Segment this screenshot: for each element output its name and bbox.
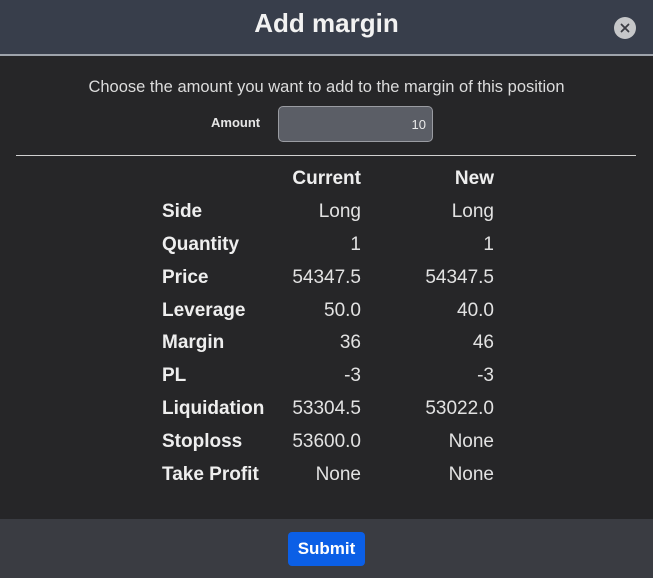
table-row: Margin 36 46 xyxy=(158,327,494,360)
dialog-title: Add margin xyxy=(254,8,399,38)
row-current-value: 36 xyxy=(339,332,361,354)
row-label: Price xyxy=(162,266,209,288)
header-current: Current xyxy=(292,168,361,190)
row-label: Liquidation xyxy=(162,397,265,419)
table-row: Price 54347.5 54347.5 xyxy=(158,261,494,294)
row-current-value: -3 xyxy=(344,365,361,387)
row-new-value: Long xyxy=(451,201,494,223)
row-label: Quantity xyxy=(162,233,240,255)
row-current-value: 53600.0 xyxy=(292,430,361,452)
row-label: Leverage xyxy=(162,299,246,321)
row-new-value: 54347.5 xyxy=(425,266,494,288)
header-label xyxy=(158,163,282,196)
dialog-header: Add margin xyxy=(0,0,653,56)
row-label: Take Profit xyxy=(162,463,259,485)
amount-input[interactable] xyxy=(278,106,433,142)
instruction-text: Choose the amount you want to add to the… xyxy=(88,78,565,96)
close-icon xyxy=(620,23,630,33)
close-button[interactable] xyxy=(614,17,636,39)
row-current-value: 50.0 xyxy=(324,299,361,321)
amount-label: Amount xyxy=(211,115,261,130)
row-current-value: 1 xyxy=(350,233,361,255)
submit-button[interactable]: Submit xyxy=(288,532,365,566)
row-label: PL xyxy=(162,365,187,387)
table-row: Liquidation 53304.5 53022.0 xyxy=(158,393,494,426)
row-new-value: 46 xyxy=(472,332,494,354)
table-row: PL -3 -3 xyxy=(158,360,494,393)
row-label: Margin xyxy=(162,332,225,354)
header-new: New xyxy=(454,168,494,190)
table-row: Quantity 1 1 xyxy=(158,229,494,262)
table-row: Take Profit None None xyxy=(158,458,494,491)
row-new-value: 53022.0 xyxy=(425,397,494,419)
row-current-value: None xyxy=(315,463,361,485)
row-current-value: Long xyxy=(318,201,361,223)
divider xyxy=(16,155,636,156)
row-new-value: 1 xyxy=(483,233,494,255)
row-current-value: 53304.5 xyxy=(292,397,361,419)
row-new-value: None xyxy=(448,430,494,452)
table-row: Leverage 50.0 40.0 xyxy=(158,294,494,327)
row-new-value: 40.0 xyxy=(457,299,494,321)
row-label: Stoploss xyxy=(162,430,243,452)
row-new-value: -3 xyxy=(477,365,494,387)
row-new-value: None xyxy=(448,463,494,485)
margin-summary-table: Current New Side Long Long Quantity 1 1 … xyxy=(158,163,494,491)
add-margin-dialog: Add margin Choose the amount you want to… xyxy=(0,0,653,578)
table-header-row: Current New xyxy=(158,163,494,196)
table-row: Side Long Long xyxy=(158,196,494,229)
dialog-footer: Submit xyxy=(0,519,653,578)
row-label: Side xyxy=(162,201,203,223)
row-current-value: 54347.5 xyxy=(292,266,361,288)
table-row: Stoploss 53600.0 None xyxy=(158,425,494,458)
